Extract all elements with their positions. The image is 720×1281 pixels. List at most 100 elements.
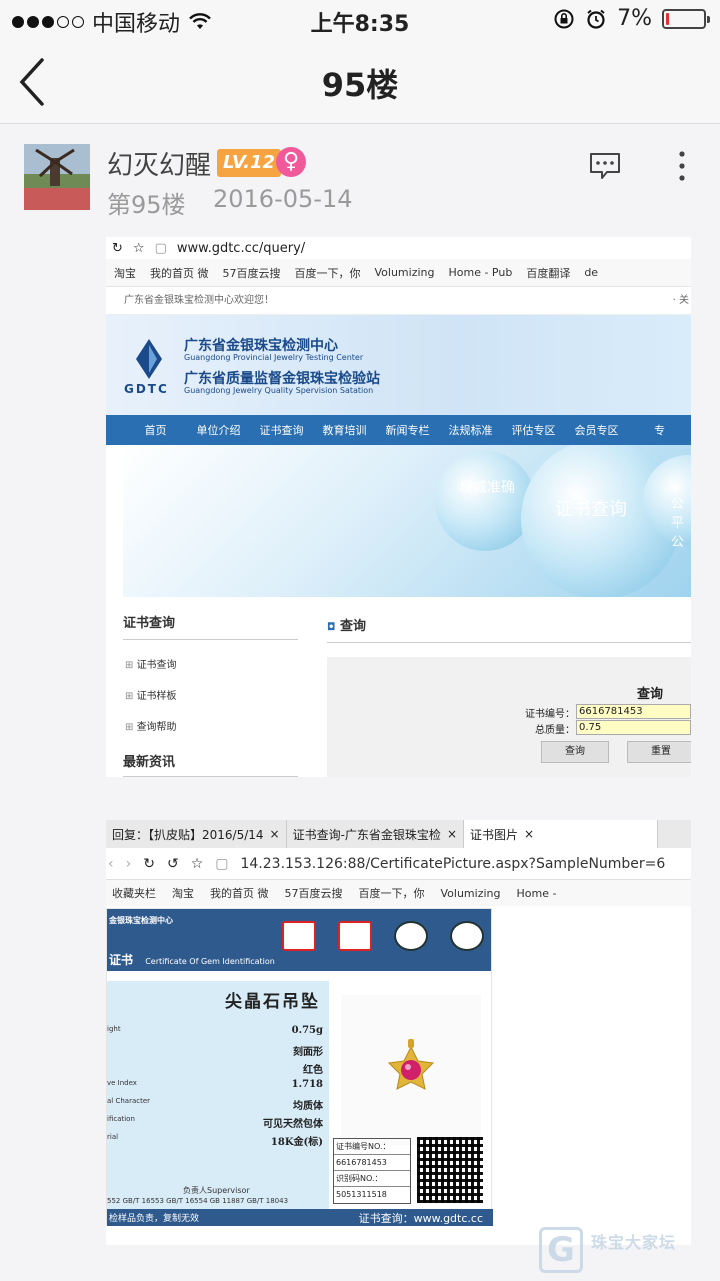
menu-item: 法规标准 [448, 424, 493, 437]
avatar[interactable] [24, 144, 90, 210]
plus-box-icon: ⊞ [125, 722, 137, 733]
bookmark-item: 百度一下，你 [358, 887, 425, 900]
plus-box-icon: ⊞ [125, 691, 137, 702]
browser-tab: 回复：【扒皮贴】2016/5/14 × [106, 820, 287, 848]
browser-address-bar: ‹ › ↻ ↺ ☆ ▢ 14.23.153.126:88/Certificate… [106, 848, 691, 880]
bookmark-bar: 淘宝 我的首页 微 57百度云搜 百度一下，你 Volumizing Home - Pub… [106, 259, 691, 287]
hero-text-1: 权威准确 [459, 480, 515, 496]
certificate-details: ight 0.75g 刻面形 红色 ve Index 1.718 al Character 均… [107, 981, 329, 1213]
star-icon: ☆ [190, 855, 204, 872]
cert-number-input[interactable]: 6616781453 [576, 704, 691, 719]
cert-number-label: 证书编号： [525, 709, 575, 720]
reset-button[interactable]: 重置 [627, 741, 691, 763]
battery-icon [662, 8, 710, 29]
bookmark-item: de [584, 266, 599, 279]
post-image-1[interactable]: ↻ ☆ ▢ www.gdtc.cc/query/ 淘宝 我的首页 微 57百度云搜百… [106, 237, 691, 777]
post-image-2[interactable]: 回复：【扒皮贴】2016/5/14 × 证书查询-广东省金银珠宝检 × 证书图片 × ‹ … [106, 820, 691, 1245]
supervisor-label: 负责人Supervisor [183, 1186, 250, 1195]
certificate-footer: 检样品负责，复制无效 证书查询：www.gdtc.cc [107, 1209, 493, 1226]
org-name-cn-1: 广东省金银珠宝检测中心 [184, 338, 338, 354]
cert-no-value: 6616781453 [334, 1155, 410, 1171]
watermark-text: 珠宝大家坛 [591, 1233, 677, 1252]
accreditation-logos [282, 921, 484, 951]
reply-comment-icon[interactable] [588, 151, 622, 181]
qr-code-icon [417, 1137, 483, 1203]
bookmark-item: 收藏夹栏 [112, 887, 156, 900]
level-badge: LV.12 [217, 149, 282, 177]
username[interactable]: 幻灭幻醒 [107, 145, 211, 182]
plus-box-icon: ⊞ [125, 660, 137, 671]
status-right: 7% [553, 6, 710, 31]
close-tab-icon: × [524, 827, 535, 841]
alarm-icon [587, 9, 605, 29]
query-form: 查询 证书编号： 6616781453 总质量： 0.75 查询 重置 [327, 657, 691, 777]
bookmark-item: Home - Pub [448, 266, 513, 279]
nav-bar: 95楼 [0, 40, 720, 124]
site-menu: 首页 单位介绍 证书查询 教育培训 新闻专栏 法规标准 评估专区 会员专区 专 [106, 415, 691, 445]
battery-percent: 7% [617, 6, 652, 31]
close-tab-icon: × [446, 827, 457, 841]
logo-text: GDTC [124, 382, 169, 396]
bookmark-item: 百度翻译 [526, 266, 571, 280]
site-banner: GDTC 广东省金银珠宝检测中心 Guangdong Provincial Je… [106, 315, 691, 415]
reload-icon: ↻ [143, 855, 155, 872]
undo-icon: ↺ [166, 855, 179, 872]
post-date: 2016-05-14 [213, 185, 353, 213]
page-title: 95楼 [321, 66, 399, 104]
welcome-text: 广东省金银珠宝检测中心欢迎您！ [124, 295, 274, 306]
cma-logo-icon [282, 921, 316, 951]
bookmark-item: 我的首页 微 [150, 266, 209, 280]
menu-item: 评估专区 [511, 424, 556, 437]
back-arrow-icon: ‹ [108, 855, 114, 872]
browser-tab: 证书图片 × [464, 820, 658, 848]
page-icon: ▢ [215, 855, 229, 872]
female-icon: ♀ [276, 147, 306, 177]
weight-label: 总质量： [535, 725, 575, 736]
bookmark-item: Volumizing [440, 886, 501, 900]
bookmark-item: 57百度云搜 [284, 887, 343, 900]
sidebar-item: ⊞ 查询帮助 [125, 722, 177, 733]
url-text: www.gdtc.cc/query/ [176, 240, 306, 256]
rotation-lock-icon [554, 9, 574, 28]
menu-item: 首页 [144, 424, 167, 437]
hero-text-2: 证书查询 [555, 499, 627, 520]
query-button[interactable]: 查询 [541, 741, 609, 763]
org-name-cn-2: 广东省质量监督金银珠宝检验站 [184, 371, 380, 387]
refresh-icon: ↻ [112, 240, 123, 256]
certificate-org: 金银珠宝检测中心 [109, 916, 173, 925]
cert-no-label: 证书编号NO.： [334, 1139, 410, 1155]
browser-tabs: 回复：【扒皮贴】2016/5/14 × 证书查询-广东省金银珠宝检 × 证书图片 × [106, 820, 691, 848]
menu-item: 会员专区 [574, 424, 619, 437]
weight-input[interactable]: 0.75 [576, 720, 691, 735]
status-bar: 中国移动 上午8:35 7% [0, 0, 720, 40]
id-value: 5051311518 [336, 1190, 387, 1199]
sidebar-title-news: 最新资讯 [123, 751, 298, 777]
hero-text-3: 公平公 [671, 497, 685, 550]
menu-item: 专 [654, 424, 665, 437]
footer-disclaimer: 检样品负责，复制无效 [109, 1214, 200, 1224]
browser-address-bar: ↻ ☆ ▢ www.gdtc.cc/query/ [106, 237, 691, 259]
menu-item: 单位介绍 [196, 424, 241, 437]
close-tab-icon: × [269, 827, 280, 841]
globe-logo-icon [394, 921, 428, 951]
menu-item: 新闻专栏 [385, 424, 430, 437]
sidebar-item: ⊞ 证书查询 [125, 660, 177, 671]
sidebar: 证书查询 ⊞ 证书查询 ⊞ 证书样板 ⊞ 查询帮助 最新资讯 [123, 612, 298, 777]
menu-item: 教育培训 [322, 424, 367, 437]
cnas-logo-icon [338, 921, 372, 951]
main-title: ◘ 查询 [327, 615, 691, 643]
item-name: 尖晶石吊坠 [225, 992, 320, 1012]
form-heading: 查询 [637, 687, 664, 702]
hero-banner: 权威准确 证书查询 公平公 [123, 445, 691, 597]
org-name-en-2: Guangdong Jewelry Quality Spervision Sat… [184, 386, 374, 395]
more-options-icon[interactable] [670, 149, 694, 183]
square-bullet-icon: ◘ [327, 622, 336, 633]
bookmark-item: Home - [516, 886, 557, 900]
forward-arrow-icon: › [125, 855, 132, 872]
browser-tab: 证书查询-广东省金银珠宝检 × [287, 820, 464, 848]
gem-photo [341, 995, 481, 1145]
hero-bubble [435, 451, 535, 551]
welcome-right: · 关 [672, 295, 689, 306]
bookmark-item: 我的首页 微 [210, 887, 269, 900]
sidebar-title: 证书查询 [123, 612, 298, 640]
